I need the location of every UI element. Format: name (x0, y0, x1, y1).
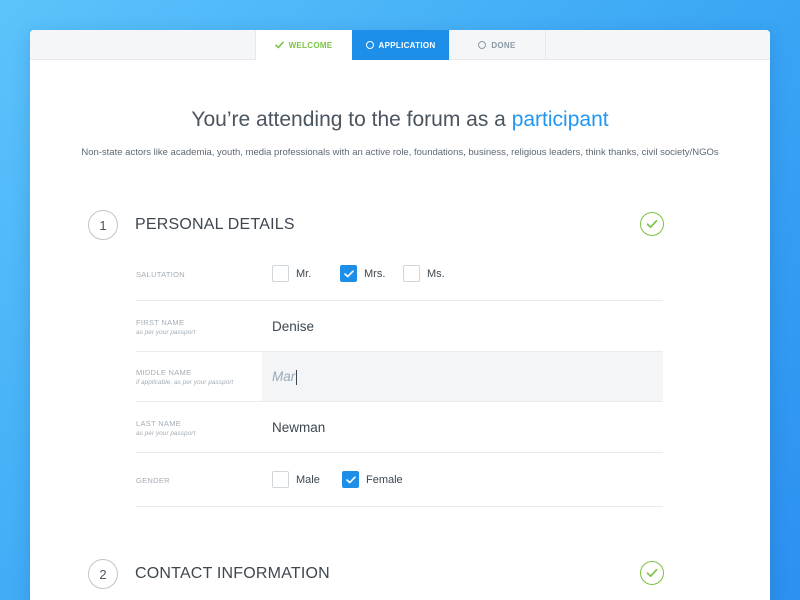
first-name-label: First name (136, 318, 185, 327)
first-name-row: First name as per your passport Denise (136, 301, 663, 352)
option-label: Mr. (296, 267, 312, 280)
last-name-hint: as per your passport (136, 430, 196, 437)
text-caret (296, 369, 298, 385)
progress-stepper: Welcome Application Done (30, 30, 770, 60)
female-checkbox[interactable] (342, 471, 359, 488)
salutation-mr-option[interactable]: Mr. (272, 265, 311, 282)
section-title: CONTACT INFORMATION (135, 565, 330, 582)
last-name-row: Last name as per your passport Newman (136, 402, 663, 453)
step-welcome[interactable]: Welcome (254, 30, 352, 60)
circle-icon (478, 41, 487, 49)
last-name-label: Last name (136, 419, 182, 428)
mr-checkbox[interactable] (272, 265, 289, 282)
middle-name-hint: if applicable, as per your passport (136, 379, 234, 386)
option-label: Mrs. (364, 267, 386, 280)
last-name-input[interactable]: Newman (272, 420, 325, 435)
male-checkbox[interactable] (272, 471, 289, 488)
section-number: 1 (88, 210, 118, 240)
middle-name-row: Middle name if applicable, as per your p… (136, 352, 663, 402)
option-label: Ms. (427, 267, 445, 280)
first-name-hint: as per your passport (136, 329, 196, 336)
section-number: 2 (88, 559, 118, 589)
check-icon (274, 41, 284, 49)
application-card: Welcome Application Done You’re attendin… (30, 30, 770, 600)
section-title: PERSONAL DETAILS (135, 216, 295, 233)
salutation-mrs-option[interactable]: Mrs. (340, 265, 385, 282)
step-label: Welcome (288, 40, 333, 50)
step-done[interactable]: Done (448, 30, 546, 60)
section-complete-check-icon (640, 212, 664, 236)
ms-checkbox[interactable] (403, 265, 420, 282)
option-label: Female (366, 473, 403, 486)
middle-name-input[interactable]: Mar (272, 369, 298, 385)
salutation-ms-option[interactable]: Ms. (403, 265, 445, 282)
step-label: Done (491, 40, 516, 50)
page-subtitle: Non-state actors like academia, youth, m… (81, 147, 719, 158)
section-personal-details: 1 PERSONAL DETAILS (88, 210, 664, 240)
middle-name-field[interactable] (262, 352, 663, 401)
section-contact-information: 2 CONTACT INFORMATION (88, 559, 664, 589)
title-role: participant (511, 108, 609, 131)
section-complete-check-icon (640, 561, 664, 585)
salutation-row: Salutation Mr. Mrs. Ms. (136, 250, 663, 301)
middle-name-label: Middle name (136, 368, 192, 377)
gender-male-option[interactable]: Male (272, 471, 320, 488)
mrs-checkbox[interactable] (340, 265, 357, 282)
gender-female-option[interactable]: Female (342, 471, 403, 488)
step-label: Application (378, 40, 436, 50)
gender-row: Gender Male Female (136, 453, 663, 507)
option-label: Male (296, 473, 320, 486)
middle-name-value: Mar (272, 369, 296, 384)
gender-label: Gender (136, 476, 170, 485)
title-prefix: You’re attending to the forum as a (191, 108, 506, 131)
salutation-label: Salutation (136, 270, 185, 279)
first-name-input[interactable]: Denise (272, 319, 314, 334)
page-title: You’re attending to the forum as a parti… (30, 108, 770, 132)
step-application[interactable]: Application (351, 30, 449, 60)
circle-icon (365, 41, 374, 49)
